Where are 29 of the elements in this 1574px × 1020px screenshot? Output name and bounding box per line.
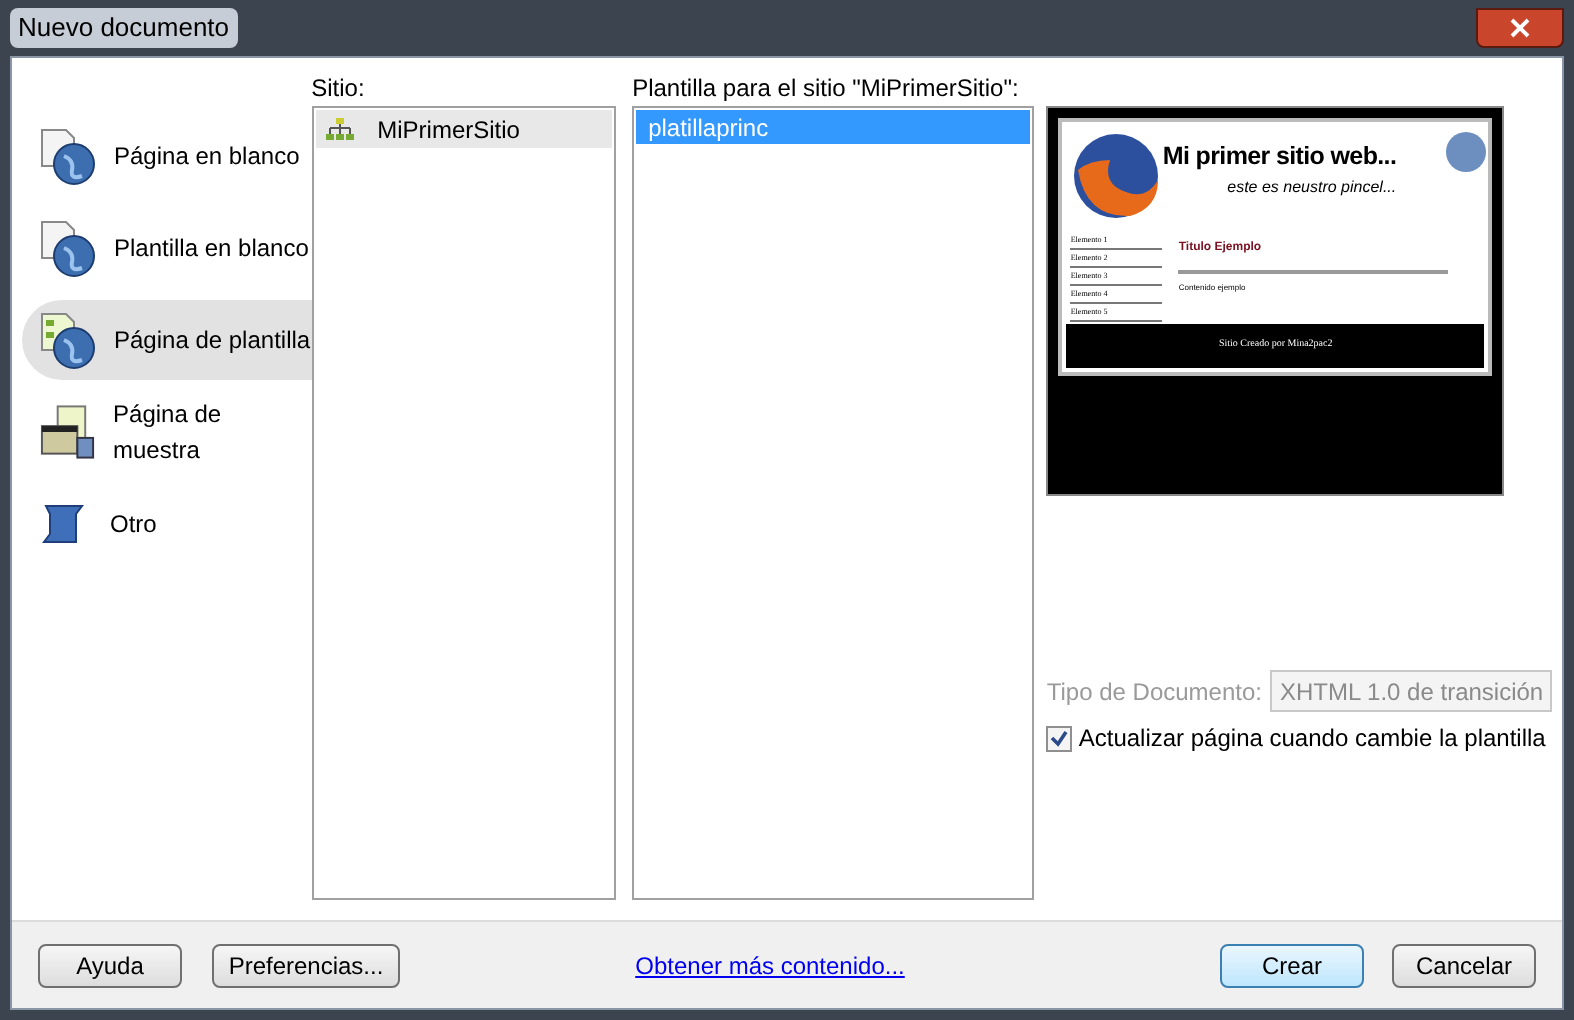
more-content-link[interactable]: Obtener más contenido... (635, 947, 905, 983)
sample-page-icon (38, 402, 98, 462)
page-globe-icon (38, 310, 98, 370)
globe-icon (1444, 130, 1489, 174)
page-globe-icon (38, 218, 98, 278)
preview-heading: Mi primer sitio web... (1162, 140, 1397, 174)
category-item[interactable]: Página de muestra (22, 400, 312, 464)
site-label: Sitio: (311, 72, 367, 106)
preview-tagline: este es neustro pincel... (1227, 175, 1397, 200)
preferences-button[interactable]: Preferencias... (212, 943, 400, 987)
close-icon (1510, 18, 1530, 38)
template-label: Plantilla para el sitio "MiPrimerSitio": (632, 72, 1021, 106)
browser-logo-icon (1070, 130, 1163, 222)
create-button[interactable]: Crear (1220, 943, 1364, 987)
doctype-label: Tipo de Documento: (1046, 675, 1262, 709)
category-item[interactable]: Otro (22, 492, 312, 556)
site-item[interactable]: MiPrimerSitio (315, 110, 613, 148)
cancel-button[interactable]: Cancelar (1392, 943, 1536, 987)
check-icon (1050, 729, 1069, 747)
category-item[interactable]: Plantilla en blanco (22, 216, 312, 280)
site-tree-icon (325, 117, 354, 141)
help-button[interactable]: Ayuda (38, 943, 182, 987)
update-checkbox[interactable] (1046, 725, 1073, 751)
window-title: Nuevo documento (10, 8, 238, 48)
close-button[interactable] (1476, 8, 1564, 48)
update-checkbox-label: Actualizar página cuando cambie la plantilla (1078, 722, 1546, 756)
category-item[interactable]: Página de plantilla (22, 300, 312, 380)
category-item[interactable]: Página en blanco (22, 124, 312, 188)
page-globe-icon (38, 126, 98, 186)
